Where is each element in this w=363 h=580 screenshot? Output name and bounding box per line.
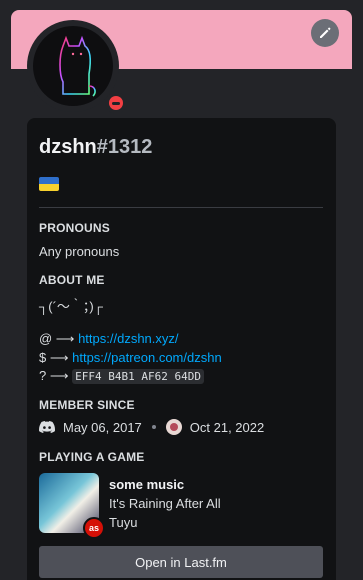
discriminator: #1312 xyxy=(96,136,153,158)
pronouns-title: PRONOUNS xyxy=(39,221,110,235)
pgp-key-code: EFF4 B4B1 AF62 64DD xyxy=(72,369,204,384)
about-line-key: ? ⟶ EFF4 B4B1 AF62 64DD xyxy=(39,368,204,384)
about-me-title: ABOUT ME xyxy=(39,273,105,287)
edit-profile-button[interactable] xyxy=(311,19,339,47)
activity-name: some music xyxy=(109,477,185,492)
member-since-row: May 06, 2017 Oct 21, 2022 xyxy=(39,419,264,435)
avatar-art-icon xyxy=(59,35,96,97)
dnd-icon xyxy=(109,96,123,110)
open-lastfm-button[interactable]: Open in Last.fm xyxy=(39,546,323,578)
username: dzshn xyxy=(39,136,97,158)
pencil-icon xyxy=(320,27,331,38)
about-line-prefix: $ ⟶ xyxy=(39,350,69,365)
patreon-link[interactable]: https://patreon.com/dzshn xyxy=(72,350,222,365)
avatar-ring xyxy=(27,20,127,114)
activity-track: It's Raining After All xyxy=(109,496,221,511)
profile-card: dzshn#1312 PRONOUNS Any pronouns ABOUT M… xyxy=(11,10,352,580)
avatar[interactable] xyxy=(33,26,113,106)
divider xyxy=(39,207,323,208)
profile-name[interactable]: dzshn#1312 xyxy=(39,136,152,159)
activity-title: PLAYING A GAME xyxy=(39,450,145,464)
pronouns-value: Any pronouns xyxy=(39,244,120,259)
discord-icon xyxy=(39,421,55,433)
album-art: as xyxy=(39,473,105,539)
about-line-patreon: $ ⟶ https://patreon.com/dzshn xyxy=(39,350,222,366)
about-kaomoji: ┐(´〜｀；)┌ xyxy=(39,299,103,314)
status-indicator xyxy=(105,92,127,114)
separator-dot xyxy=(151,425,156,429)
activity-info: some music It's Raining After All Tuyu xyxy=(109,473,221,534)
profile-body: dzshn#1312 PRONOUNS Any pronouns ABOUT M… xyxy=(27,118,336,580)
website-link[interactable]: https://dzshn.xyz/ xyxy=(78,331,178,346)
server-member-date: Oct 21, 2022 xyxy=(189,419,265,435)
lastfm-icon: as xyxy=(83,517,105,539)
discord-member-date: May 06, 2017 xyxy=(63,419,142,435)
about-line-prefix: @ ⟶ xyxy=(39,331,75,346)
activity-card: as some music It's Raining After All Tuy… xyxy=(39,473,221,539)
server-icon xyxy=(165,419,182,435)
activity-artist: Tuyu xyxy=(109,515,138,530)
about-line-prefix: ? ⟶ xyxy=(39,368,69,383)
about-line-website: @ ⟶ https://dzshn.xyz/ xyxy=(39,331,179,347)
ukraine-flag-icon xyxy=(39,177,59,191)
member-since-title: MEMBER SINCE xyxy=(39,398,135,412)
